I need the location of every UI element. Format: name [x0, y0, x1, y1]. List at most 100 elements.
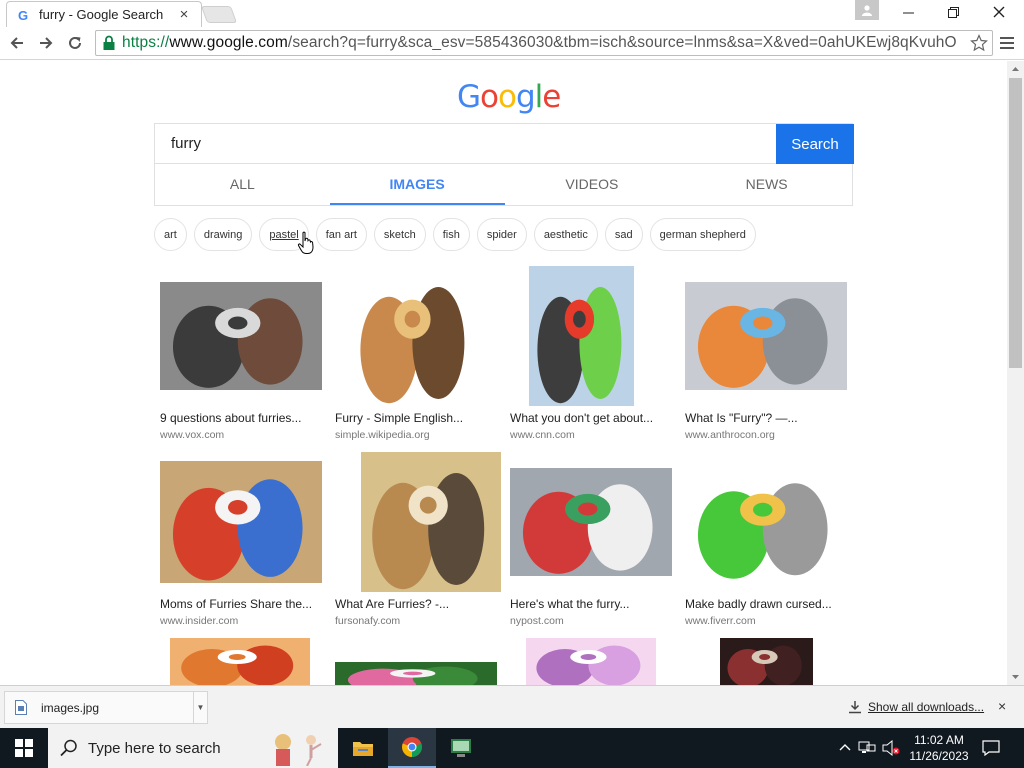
scroll-down-arrow-icon[interactable]: [1007, 668, 1024, 685]
logo-letter: e: [542, 79, 561, 115]
chip-sketch[interactable]: sketch: [373, 218, 426, 251]
search-button[interactable]: Search: [776, 124, 854, 164]
download-file-name: images.jpg: [41, 700, 100, 715]
download-options-chevron-icon[interactable]: ▼: [193, 692, 207, 723]
reload-button[interactable]: [62, 31, 88, 55]
clock-time: 11:02 AM: [914, 733, 964, 747]
search-highlight-illustration-icon: [275, 734, 322, 766]
tab-close-icon[interactable]: ×: [177, 7, 191, 22]
image-result-title[interactable]: Here's what the furry...: [510, 597, 629, 611]
tab-videos[interactable]: VIDEOS: [505, 164, 680, 206]
taskbar-file-explorer[interactable]: [339, 728, 387, 768]
address-bar[interactable]: https://www.google.com/search?q=furry&sc…: [95, 30, 993, 56]
browser-menu-icon[interactable]: [998, 33, 1016, 53]
folder-icon: [353, 742, 373, 756]
image-result-source: www.anthrocon.org: [685, 429, 775, 441]
image-result-title[interactable]: What Are Furries? -...: [335, 597, 449, 611]
action-center-button[interactable]: [968, 728, 1014, 768]
close-window-button[interactable]: [976, 0, 1022, 24]
image-result-title[interactable]: Moms of Furries Share the...: [160, 597, 312, 611]
logo-letter: G: [457, 79, 481, 115]
tab-all[interactable]: ALL: [155, 164, 330, 206]
image-thumbnail[interactable]: [510, 468, 672, 576]
hand-cursor-icon: [297, 231, 314, 254]
chip-fish[interactable]: fish: [432, 218, 470, 251]
image-thumbnail[interactable]: [529, 266, 634, 406]
image-result-source: simple.wikipedia.org: [335, 429, 430, 441]
taskbar-clock[interactable]: 11:02 AM 11/26/2023: [906, 732, 972, 764]
browser-window: G furry - Google Search × https://www.go…: [0, 0, 1024, 768]
file-icon: [15, 700, 27, 715]
show-hidden-icons-chevron-icon[interactable]: [838, 741, 852, 755]
close-downloads-bar-icon[interactable]: ×: [998, 698, 1006, 714]
restore-button[interactable]: [930, 0, 976, 24]
chip-art[interactable]: art: [154, 218, 187, 251]
image-result-source: nypost.com: [510, 615, 564, 627]
tab-news[interactable]: NEWS: [679, 164, 854, 206]
image-result-source: www.vox.com: [160, 429, 225, 441]
download-arrow-icon: [849, 701, 861, 714]
scrollbar-thumb[interactable]: [1009, 78, 1022, 368]
google-logo[interactable]: Google: [457, 79, 561, 115]
image-result-title[interactable]: What Is "Furry"? —...: [685, 411, 798, 425]
image-result-title[interactable]: Furry - Simple English...: [335, 411, 463, 425]
chip-spider[interactable]: spider: [476, 218, 527, 251]
network-icon[interactable]: [858, 741, 876, 755]
image-result-source: www.cnn.com: [510, 429, 575, 441]
image-thumbnail[interactable]: [526, 638, 656, 685]
image-thumbnail[interactable]: [350, 266, 480, 406]
chip-aesthetic[interactable]: aesthetic: [533, 218, 598, 251]
related-search-chips: art drawing pastel fan art sketch fish s…: [154, 218, 756, 252]
start-button[interactable]: [0, 728, 48, 768]
taskbar-app-monitor[interactable]: [437, 728, 485, 768]
chip-drawing[interactable]: drawing: [193, 218, 253, 251]
image-thumbnail[interactable]: [160, 461, 322, 583]
image-thumbnail[interactable]: [685, 466, 847, 581]
system-tray: [838, 728, 900, 768]
windows-logo-icon: [15, 739, 33, 757]
forward-button[interactable]: [33, 31, 59, 55]
chip-german-shepherd[interactable]: german shepherd: [649, 218, 756, 251]
bookmark-star-icon[interactable]: [970, 34, 988, 52]
back-button[interactable]: [4, 31, 30, 55]
logo-letter: o: [480, 79, 499, 115]
browser-tab[interactable]: G furry - Google Search ×: [6, 1, 202, 27]
page-content: Google Search ALL IMAGES VIDEOS NEWS art…: [0, 61, 1007, 685]
tab-title: furry - Google Search: [39, 7, 164, 22]
image-thumbnail[interactable]: [685, 282, 847, 390]
scroll-up-arrow-icon[interactable]: [1007, 61, 1024, 78]
logo-letter: g: [515, 79, 536, 115]
google-favicon-icon: G: [18, 8, 28, 22]
notification-icon: [982, 740, 1000, 756]
image-thumbnail[interactable]: [170, 638, 310, 685]
taskbar-chrome[interactable]: [388, 728, 436, 768]
minimize-button[interactable]: [885, 0, 931, 24]
show-all-downloads-link[interactable]: Show all downloads...: [848, 700, 984, 714]
clock-date: 11/26/2023: [909, 749, 969, 763]
image-result-title[interactable]: What you don't get about...: [510, 411, 653, 425]
chip-fan-art[interactable]: fan art: [315, 218, 367, 251]
image-thumbnail[interactable]: [160, 282, 322, 390]
chip-sad[interactable]: sad: [604, 218, 643, 251]
search-tabs: ALL IMAGES VIDEOS NEWS: [155, 164, 854, 206]
image-result-source: fursonafy.com: [335, 615, 401, 627]
image-result-title[interactable]: Make badly drawn cursed...: [685, 597, 832, 611]
taskbar-search[interactable]: Type here to search: [48, 728, 338, 768]
image-thumbnail[interactable]: [361, 452, 501, 592]
downloads-bar: images.jpg ▼ Show all downloads... ×: [0, 685, 1024, 728]
image-thumbnail[interactable]: [720, 638, 813, 685]
search-input[interactable]: [155, 124, 776, 164]
lock-icon: [103, 35, 115, 50]
volume-muted-icon[interactable]: [882, 740, 900, 756]
image-result-title[interactable]: 9 questions about furries...: [160, 411, 301, 425]
page-scrollbar[interactable]: [1007, 61, 1024, 685]
tab-images[interactable]: IMAGES: [329, 164, 505, 206]
image-result-source: www.insider.com: [160, 615, 239, 627]
new-tab-button[interactable]: [200, 6, 238, 23]
image-thumbnail[interactable]: [335, 662, 497, 685]
search-box: Search ALL IMAGES VIDEOS NEWS: [154, 123, 854, 206]
url-text: https://www.google.com/search?q=furry&sc…: [122, 34, 957, 51]
taskbar-search-placeholder: Type here to search: [88, 739, 221, 757]
download-item[interactable]: images.jpg ▼: [4, 691, 208, 724]
user-profile-icon[interactable]: [855, 0, 879, 20]
